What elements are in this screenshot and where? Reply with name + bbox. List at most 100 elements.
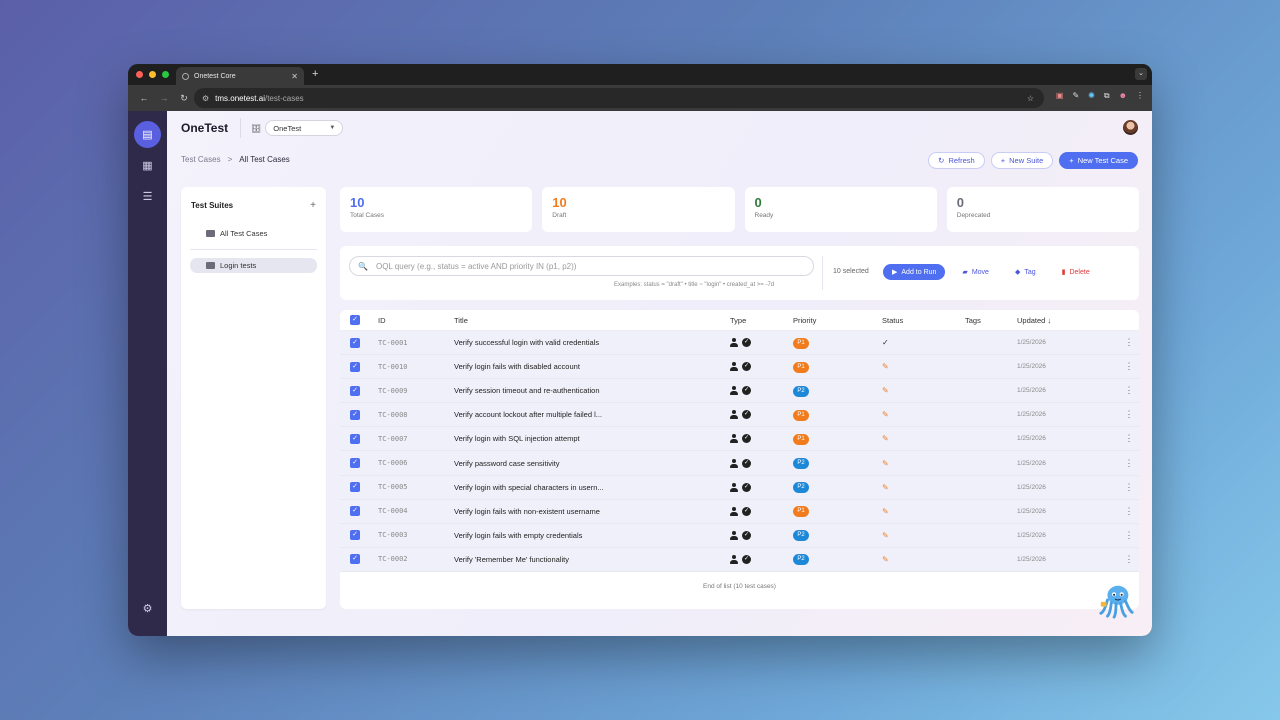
back-icon[interactable]: ←	[136, 93, 152, 103]
more-options-icon[interactable]: ⋮	[1121, 361, 1137, 372]
case-title[interactable]: Verify 'Remember Me' functionality	[454, 555, 730, 564]
extension-icon[interactable]: ✺	[1088, 91, 1095, 101]
close-tab-icon[interactable]: ✕	[291, 72, 298, 81]
row-checkbox[interactable]: ✓	[350, 554, 360, 565]
extension-icon[interactable]: ▣	[1056, 91, 1064, 101]
list-icon[interactable]: ☰	[134, 183, 161, 210]
suite-item-all[interactable]: All Test Cases	[190, 226, 317, 241]
case-id[interactable]: TC-0007	[378, 435, 454, 443]
select-all-checkbox[interactable]: ✓	[350, 315, 360, 325]
row-checkbox[interactable]: ✓	[350, 409, 360, 420]
col-title[interactable]: Title	[454, 316, 730, 325]
table-row[interactable]: ✓ TC-0010 Verify login fails with disabled…	[340, 355, 1139, 380]
close-window-button[interactable]	[136, 71, 143, 78]
row-checkbox[interactable]: ✓	[350, 337, 360, 348]
case-title[interactable]: Verify login with special characters in …	[454, 483, 730, 492]
row-checkbox[interactable]: ✓	[350, 482, 360, 493]
refresh-label: Refresh	[948, 156, 975, 165]
table-row[interactable]: ✓ TC-0003 Verify login fails with empty cr…	[340, 523, 1139, 548]
case-id[interactable]: TC-0004	[378, 507, 454, 515]
more-options-icon[interactable]: ⋮	[1121, 385, 1137, 396]
case-id[interactable]: TC-0009	[378, 387, 454, 395]
table-row[interactable]: ✓ TC-0007 Verify login with SQL injection …	[340, 427, 1139, 452]
case-id[interactable]: TC-0006	[378, 459, 454, 467]
new-tab-button[interactable]: +	[312, 68, 318, 80]
col-id[interactable]: ID	[378, 316, 454, 325]
case-title[interactable]: Verify login fails with disabled account	[454, 362, 730, 371]
more-options-icon[interactable]: ⋮	[1121, 409, 1137, 420]
forward-icon[interactable]: →	[156, 93, 172, 103]
bookmark-star-icon[interactable]: ☆	[1027, 94, 1034, 103]
case-title[interactable]: Verify session timeout and re-authentica…	[454, 386, 730, 395]
case-title[interactable]: Verify login fails with empty credential…	[454, 531, 730, 540]
new-suite-button[interactable]: + New Suite	[990, 152, 1054, 169]
case-id[interactable]: TC-0003	[378, 531, 454, 539]
table-row[interactable]: ✓ TC-0002 Verify 'Remember Me' functionali…	[340, 547, 1139, 572]
octopus-mascot-icon[interactable]	[1097, 581, 1135, 619]
table-row[interactable]: ✓ TC-0006 Verify password case sensitivity…	[340, 451, 1139, 476]
more-options-icon[interactable]: ⋮	[1121, 530, 1137, 541]
col-updated[interactable]: Updated ↓	[1017, 316, 1121, 325]
move-button[interactable]: ▰ Move	[953, 264, 998, 280]
case-id[interactable]: TC-0008	[378, 411, 454, 419]
test-cases-icon[interactable]: ▤	[134, 121, 161, 148]
profile-icon[interactable]: ☻	[1119, 91, 1127, 101]
col-status[interactable]: Status	[881, 316, 965, 325]
more-options-icon[interactable]: ⋮	[1121, 337, 1137, 348]
col-type[interactable]: Type	[730, 316, 793, 325]
more-options-icon[interactable]: ⋮	[1121, 554, 1137, 565]
oql-search-input[interactable]: 🔍 OQL query (e.g., status = active AND p…	[349, 256, 814, 276]
refresh-button[interactable]: ↻ Refresh	[928, 152, 985, 169]
browser-menu-icon[interactable]: ⋮	[1136, 91, 1144, 101]
more-options-icon[interactable]: ⋮	[1121, 433, 1137, 444]
case-title[interactable]: Verify account lockout after multiple fa…	[454, 410, 730, 419]
updated-date: 1/25/2026	[1017, 483, 1046, 491]
row-checkbox[interactable]: ✓	[350, 433, 360, 444]
col-priority[interactable]: Priority	[793, 316, 881, 325]
case-id[interactable]: TC-0010	[378, 363, 454, 371]
priority-badge: P1	[793, 506, 809, 518]
stats-row: 10 Total Cases 10 Draft 0 Ready 0 Deprecated	[340, 187, 1139, 232]
case-title[interactable]: Verify successful login with valid crede…	[454, 338, 730, 347]
delete-button[interactable]: ▮ Delete	[1053, 264, 1099, 280]
table-row[interactable]: ✓ TC-0005 Verify login with special charac…	[340, 475, 1139, 500]
runs-icon[interactable]: ▦	[134, 152, 161, 179]
reload-icon[interactable]: ↻	[176, 93, 192, 104]
table-row[interactable]: ✓ TC-0009 Verify session timeout and re-au…	[340, 379, 1139, 404]
puzzle-icon[interactable]: ⧉	[1104, 91, 1110, 101]
suite-item-login-tests[interactable]: Login tests	[190, 258, 317, 273]
case-id[interactable]: TC-0002	[378, 555, 454, 563]
case-title[interactable]: Verify login fails with non-existent use…	[454, 507, 730, 516]
case-id[interactable]: TC-0005	[378, 483, 454, 491]
more-options-icon[interactable]: ⋮	[1121, 506, 1137, 517]
row-checkbox[interactable]: ✓	[350, 458, 360, 469]
browser-tab[interactable]: Onetest Core ✕	[176, 67, 304, 85]
row-checkbox[interactable]: ✓	[350, 361, 360, 372]
add-suite-button[interactable]: +	[310, 200, 316, 211]
row-checkbox[interactable]: ✓	[350, 506, 360, 517]
case-title[interactable]: Verify login with SQL injection attempt	[454, 434, 730, 443]
minimize-window-button[interactable]	[149, 71, 156, 78]
row-checkbox[interactable]: ✓	[350, 530, 360, 541]
eyedropper-icon[interactable]: ✎	[1072, 91, 1079, 101]
table-row[interactable]: ✓ TC-0004 Verify login fails with non-exis…	[340, 499, 1139, 524]
col-tags[interactable]: Tags	[965, 316, 1017, 325]
add-to-run-button[interactable]: ▶ Add to Run	[883, 264, 946, 280]
case-title[interactable]: Verify password case sensitivity	[454, 459, 730, 468]
tab-search-button[interactable]: ⌄	[1135, 68, 1147, 80]
row-checkbox[interactable]: ✓	[350, 385, 360, 396]
breadcrumb-parent[interactable]: Test Cases	[181, 155, 221, 164]
site-settings-icon[interactable]: ⚙	[202, 94, 209, 103]
table-row[interactable]: ✓ TC-0008 Verify account lockout after mul…	[340, 403, 1139, 428]
tag-button[interactable]: ◆ Tag	[1006, 264, 1045, 280]
project-select[interactable]: OneTest ▼	[265, 120, 344, 136]
avatar[interactable]	[1123, 120, 1138, 135]
new-test-case-button[interactable]: + New Test Case	[1059, 152, 1138, 169]
more-options-icon[interactable]: ⋮	[1121, 458, 1137, 469]
more-options-icon[interactable]: ⋮	[1121, 482, 1137, 493]
table-row[interactable]: ✓ TC-0001 Verify successful login with val…	[340, 331, 1139, 356]
settings-icon[interactable]: ⚙	[134, 595, 161, 622]
case-id[interactable]: TC-0001	[378, 339, 454, 347]
maximize-window-button[interactable]	[162, 71, 169, 78]
address-bar[interactable]: ⚙ tms.onetest.ai/test-cases ☆	[194, 88, 1044, 108]
